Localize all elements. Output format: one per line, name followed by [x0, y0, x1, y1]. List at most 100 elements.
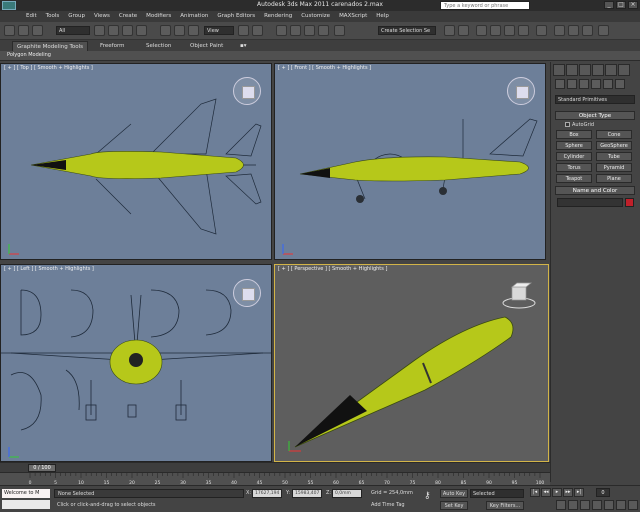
viewport-top[interactable]: [ + ] [ Top ] [ Smooth + Highlights ]	[0, 63, 272, 260]
previous-frame-icon[interactable]: ◂◂	[541, 488, 551, 497]
maximize-viewport-icon[interactable]	[628, 500, 638, 510]
redo-icon[interactable]	[18, 25, 29, 36]
menu-modifiers[interactable]: Modifiers	[146, 11, 171, 22]
percent-snap-icon[interactable]	[304, 25, 315, 36]
autogrid-checkbox[interactable]: AutoGrid	[565, 122, 594, 128]
viewport-left[interactable]: [ + ] [ Left ] [ Smooth + Highlights ]	[0, 264, 272, 462]
menu-group[interactable]: Group	[68, 11, 85, 22]
name-and-color-rollout[interactable]: Name and Color	[555, 186, 635, 195]
viewport-label-left[interactable]: [ + ] [ Left ] [ Smooth + Highlights ]	[4, 266, 94, 272]
box-button[interactable]: Box	[556, 130, 592, 139]
window-crossing-icon[interactable]	[136, 25, 147, 36]
rendered-frame-window-icon[interactable]	[568, 25, 579, 36]
render-production-icon[interactable]	[582, 25, 593, 36]
geometry-icon[interactable]	[555, 79, 565, 89]
primitive-category-dropdown[interactable]: Standard Primitives	[555, 95, 635, 104]
cylinder-button[interactable]: Cylinder	[556, 152, 592, 161]
selection-filter-dropdown[interactable]: All	[56, 26, 90, 35]
motion-tab-icon[interactable]	[592, 64, 604, 76]
create-tab-icon[interactable]	[553, 64, 565, 76]
spinner-snap-icon[interactable]	[318, 25, 329, 36]
search-input[interactable]: Type a keyword or phrase	[440, 1, 530, 10]
menu-help[interactable]: Help	[376, 11, 389, 22]
object-type-rollout[interactable]: Object Type	[555, 111, 635, 120]
menu-create[interactable]: Create	[119, 11, 137, 22]
zoom-all-icon[interactable]	[568, 500, 578, 510]
pan-icon[interactable]	[604, 500, 614, 510]
current-frame-field[interactable]: 0	[596, 488, 610, 497]
pivot-center-icon[interactable]	[238, 25, 249, 36]
tab-freeform[interactable]: Freeform	[96, 41, 129, 51]
hierarchy-tab-icon[interactable]	[579, 64, 591, 76]
select-by-name-icon[interactable]	[108, 25, 119, 36]
teapot-button[interactable]: Teapot	[556, 174, 592, 183]
viewport-perspective[interactable]: [ + ] [ Perspective ] [ Smooth + Highlig…	[274, 264, 549, 462]
key-mode-dropdown[interactable]: Selected	[470, 489, 524, 498]
helpers-icon[interactable]	[603, 79, 613, 89]
viewport-label-perspective[interactable]: [ + ] [ Perspective ] [ Smooth + Highlig…	[278, 266, 387, 272]
edit-named-selection-icon[interactable]	[334, 25, 345, 36]
viewcube-icon[interactable]	[233, 279, 261, 307]
next-frame-icon[interactable]: ▸▸	[563, 488, 573, 497]
tube-button[interactable]: Tube	[596, 152, 632, 161]
menu-tools[interactable]: Tools	[46, 11, 60, 22]
align-icon[interactable]	[458, 25, 469, 36]
viewport-front[interactable]: [ + ] [ Front ] [ Smooth + Highlights ]	[274, 63, 546, 260]
cameras-icon[interactable]	[591, 79, 601, 89]
key-filters-button[interactable]: Key Filters...	[486, 501, 524, 510]
key-icon[interactable]: ⚷	[424, 492, 431, 501]
y-coordinate-field[interactable]: 15983,407	[292, 489, 322, 498]
scale-icon[interactable]	[188, 25, 199, 36]
display-tab-icon[interactable]	[605, 64, 617, 76]
move-icon[interactable]	[160, 25, 171, 36]
torus-button[interactable]: Torus	[556, 163, 592, 172]
play-icon[interactable]: ▸	[552, 488, 562, 497]
maxscript-input[interactable]	[2, 500, 50, 509]
viewcube-icon[interactable]	[507, 77, 535, 105]
graphite-toggle-icon[interactable]	[490, 25, 501, 36]
space-warps-icon[interactable]	[615, 79, 625, 89]
rotate-icon[interactable]	[174, 25, 185, 36]
cone-button[interactable]: Cone	[596, 130, 632, 139]
geosphere-button[interactable]: GeoSphere	[596, 141, 632, 150]
viewport-label-front[interactable]: [ + ] [ Front ] [ Smooth + Highlights ]	[278, 65, 371, 71]
close-button[interactable]: ×	[628, 1, 638, 9]
reference-coordinate-dropdown[interactable]: View	[204, 26, 234, 35]
utilities-tab-icon[interactable]	[618, 64, 630, 76]
tab-object-paint[interactable]: Object Paint	[186, 41, 227, 51]
select-manipulate-icon[interactable]	[252, 25, 263, 36]
teapot-render-icon[interactable]	[598, 25, 609, 36]
zoom-icon[interactable]	[556, 500, 566, 510]
layer-manager-icon[interactable]	[476, 25, 487, 36]
angle-snap-icon[interactable]	[290, 25, 301, 36]
curve-editor-icon[interactable]	[504, 25, 515, 36]
maximize-button[interactable]: □	[616, 1, 626, 9]
field-of-view-icon[interactable]	[592, 500, 602, 510]
maxscript-listener[interactable]: Welcome to M	[2, 489, 50, 498]
plane-button[interactable]: Plane	[596, 174, 632, 183]
viewcube-icon[interactable]	[233, 77, 261, 105]
menu-edit[interactable]: Edit	[26, 11, 37, 22]
render-setup-icon[interactable]	[554, 25, 565, 36]
select-object-icon[interactable]	[94, 25, 105, 36]
menu-customize[interactable]: Customize	[301, 11, 330, 22]
trackbar[interactable]: 0 5 10 15 20 25 30 35 40 45 50 55 60 65 70 75 80 85 90 95 10…	[0, 472, 550, 486]
undo-icon[interactable]	[4, 25, 15, 36]
ribbon-options-icon[interactable]: ▪▾	[236, 41, 251, 51]
viewcube-icon[interactable]	[501, 281, 537, 311]
menu-maxscript[interactable]: MAXScript	[339, 11, 367, 22]
set-key-button[interactable]: Set Key	[440, 501, 468, 510]
z-coordinate-field[interactable]: 0,0mm	[332, 489, 362, 498]
app-menu-button[interactable]	[2, 1, 16, 10]
zoom-extents-icon[interactable]	[580, 500, 590, 510]
x-coordinate-field[interactable]: 17627,194	[252, 489, 282, 498]
snap-toggle-icon[interactable]	[276, 25, 287, 36]
viewport-label-top[interactable]: [ + ] [ Top ] [ Smooth + Highlights ]	[4, 65, 93, 71]
menu-rendering[interactable]: Rendering	[264, 11, 292, 22]
schematic-view-icon[interactable]	[518, 25, 529, 36]
orbit-icon[interactable]	[616, 500, 626, 510]
auto-key-button[interactable]: Auto Key	[440, 489, 468, 498]
pyramid-button[interactable]: Pyramid	[596, 163, 632, 172]
modify-tab-icon[interactable]	[566, 64, 578, 76]
object-name-field[interactable]	[557, 198, 623, 207]
